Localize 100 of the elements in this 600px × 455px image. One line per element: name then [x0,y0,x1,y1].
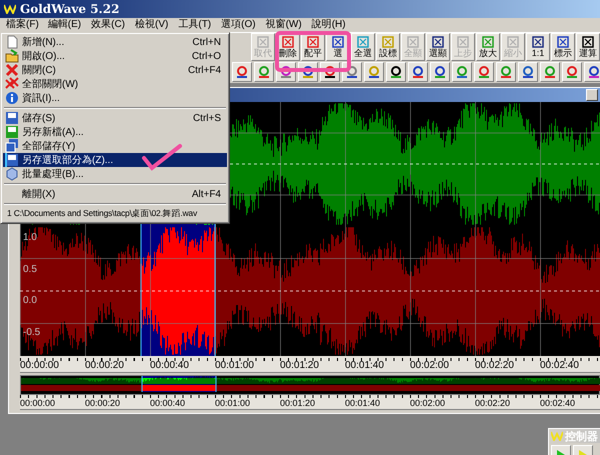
ring-icon [433,65,447,79]
tool-icon [407,36,419,48]
menu-title[interactable]: 選項(O) [216,18,261,32]
tool-icon [507,36,519,48]
ring-icon [345,65,359,79]
time-label: 00:00:00 [20,360,60,372]
window-title: GoldWave 5.22 [20,2,120,16]
tool-icon [557,36,569,48]
menu-item[interactable]: 開啟(O)... Ctrl+O [3,49,227,63]
time-label: 00:01:20 [280,397,316,409]
time-label: 00:02:20 [475,360,515,372]
effect-button[interactable] [452,62,472,82]
menu-title[interactable]: 說明(H) [306,18,351,32]
floppies-icon [5,139,19,153]
effect-button[interactable] [430,62,450,82]
menu-title[interactable]: 效果(C) [86,18,130,32]
time-label: 00:00:20 [85,360,125,372]
tool-icon [582,36,594,48]
menu-item[interactable]: 全部儲存(Y) [3,139,227,153]
time-label: 00:00:40 [150,397,186,409]
ring-icon [235,65,249,79]
amplitude-label: 0.0 [23,295,38,306]
tool-icon [382,36,394,48]
folder-icon [5,49,19,63]
effect-button[interactable] [408,62,428,82]
menu-item[interactable]: 資訊(I)... [3,91,227,105]
time-label: 00:01:00 [215,397,252,409]
time-label: 00:02:00 [410,360,450,372]
time-label: 00:01:20 [280,360,320,372]
amplitude-label: -0.5 [23,326,40,338]
time-label: 00:01:40 [345,397,382,409]
floppy-icon [5,125,19,139]
cross-icon [5,77,19,91]
time-label: 00:00:00 [20,397,56,409]
tool-icon [457,36,469,48]
tool-icon [482,36,494,48]
close-icon [5,63,19,77]
ring-icon [455,65,469,79]
effect-button[interactable] [232,62,252,82]
toolbar-button[interactable]: 運算 [576,33,600,61]
menu-item[interactable]: 新增(N)... Ctrl+N [3,35,227,49]
toolbar-button[interactable]: 選顯 [426,33,450,61]
restore-button[interactable] [586,89,598,101]
toolbar-button[interactable]: 標示 [551,33,575,61]
time-label: 00:01:00 [215,360,255,372]
ring-icon [279,65,293,79]
time-label: 00:02:40 [540,397,576,409]
info-icon [5,91,19,105]
time-label: 00:00:20 [85,397,122,409]
tool-icon [282,36,294,48]
ring-icon [543,65,557,79]
time-label: 00:02:40 [540,360,580,372]
ring-icon [499,65,513,79]
time-label: 00:01:40 [345,360,385,372]
menu-item[interactable]: 離開(X) Alt+F4 [3,187,227,201]
effect-button[interactable] [584,62,600,82]
logo-icon [551,431,563,441]
menu-title[interactable]: 編輯(E) [42,18,86,32]
time-label: 00:02:00 [410,397,446,409]
ring-icon [301,65,315,79]
page-icon [5,35,19,49]
menu-item[interactable]: 儲存(S) Ctrl+S [3,111,227,125]
toolbar-button[interactable]: 1:1 [526,33,550,61]
menu-item[interactable]: 另存選取部分為(Z)... [3,153,227,167]
menu-title[interactable]: 檢視(V) [130,18,174,32]
tool-icon [357,36,369,48]
tool-icon [432,36,444,48]
tool-icon [257,36,269,48]
check-mark-drawing [142,144,182,171]
menu-item[interactable]: 關閉(C) Ctrl+F4 [3,63,227,77]
menu-title[interactable]: 工具(T) [173,18,216,32]
menu-item[interactable]: 批量處理(B)... [3,167,227,181]
floppy-icon [5,111,19,125]
ring-icon [389,65,403,79]
menu-item[interactable]: 另存新檔(A)... [3,125,227,139]
toolbar-button[interactable]: 全選 [351,33,375,61]
ring-icon [257,65,271,79]
tool-icon [532,36,544,48]
toolbar-button[interactable]: 放大 [476,33,500,61]
logo-icon [4,4,16,14]
menu-title[interactable]: 視窗(W) [260,18,307,32]
tool-icon [307,36,319,48]
ring-icon [411,65,425,79]
tool-icon [332,36,344,48]
menu-item[interactable]: 全部關閉(W) [3,77,227,91]
time-label: 00:00:40 [150,360,190,372]
time-label: 00:02:20 [475,397,512,409]
effect-button[interactable] [518,62,538,82]
ring-icon [587,65,600,79]
ring-icon [323,65,337,79]
floppy-icon [5,153,19,167]
ring-icon [367,65,381,79]
effect-button[interactable] [386,62,406,82]
ring-icon [521,65,535,79]
control-title: 控制器 [565,430,598,444]
menu-title[interactable]: 檔案(F) [2,19,43,31]
effect-button[interactable] [364,62,384,82]
toolbar-button[interactable]: 設標 [376,33,400,61]
recent-file-item[interactable]: 1 C:\Documents and Settings\tacp\桌面\02.舞蹈.wav [3,207,227,221]
toolbar-button[interactable]: 配平 [301,33,325,61]
